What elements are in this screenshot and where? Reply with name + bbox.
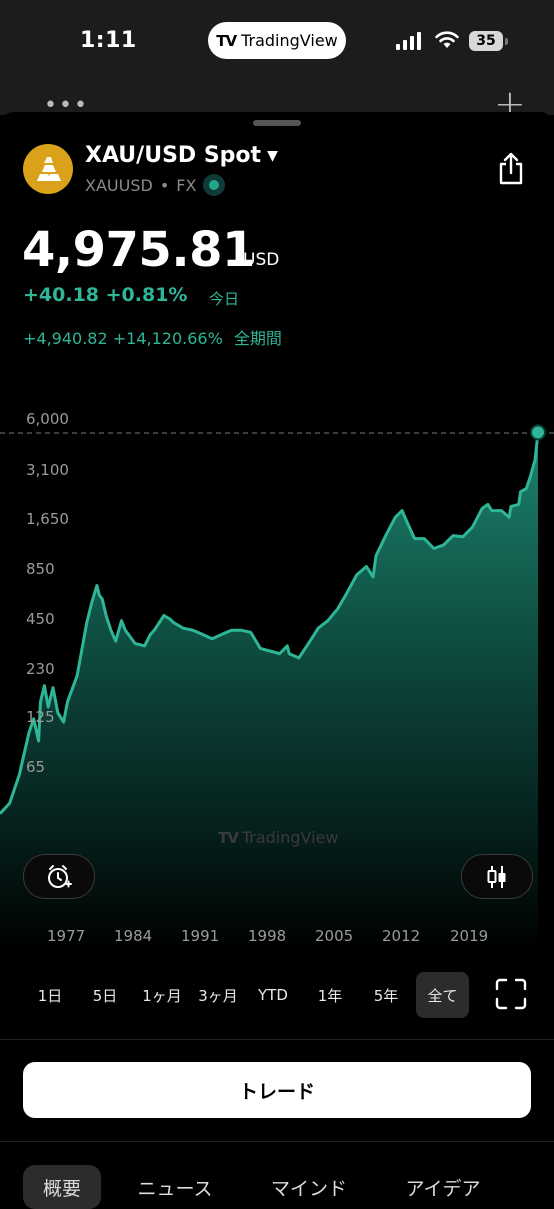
range-selector: 1日 5日 1ヶ月 3ヶ月 YTD 1年 5年 全て [0, 972, 554, 1018]
tab-overview[interactable]: 概要 [23, 1165, 101, 1209]
market: FX [176, 175, 197, 195]
candlestick-icon [487, 865, 506, 888]
range-ytd[interactable]: YTD [250, 972, 296, 1018]
chevron-down-icon: ▼ [267, 147, 278, 164]
x-tick-label: 1977 [47, 927, 86, 945]
separator-dot: • [159, 175, 170, 195]
price-currency: USD [243, 250, 280, 270]
x-tick-label: 2019 [450, 927, 489, 945]
sheet-grabber[interactable] [253, 120, 301, 126]
status-time: 1:11 [80, 28, 137, 53]
market-open-icon [203, 174, 226, 196]
share-icon[interactable] [497, 152, 525, 186]
symbol-subtitle: XAUUSD • FX [85, 174, 226, 196]
change-today-label: 今日 [209, 290, 240, 308]
x-tick-label: 2012 [382, 927, 421, 945]
range-1d[interactable]: 1日 [27, 972, 73, 1018]
chart-style-button[interactable] [461, 854, 533, 899]
alarm-add-icon [48, 864, 72, 888]
y-tick-label: 850 [26, 560, 55, 578]
symbol-title[interactable]: XAU/USD Spot ▼ [85, 143, 278, 168]
y-tick-label: 65 [26, 758, 46, 776]
cellular-signal-icon [396, 32, 421, 50]
symbol-name: XAU/USD Spot [85, 143, 262, 168]
change-today: +40.18 +0.81% [23, 284, 188, 306]
range-5y[interactable]: 5年 [363, 972, 409, 1018]
app-pill[interactable]: TV TradingView [208, 22, 346, 59]
watermark-label: TradingView [241, 828, 339, 847]
y-tick-label: 230 [26, 660, 55, 678]
ticker: XAUUSD [85, 175, 153, 195]
wifi-icon [435, 31, 459, 48]
x-tick-label: 2005 [315, 927, 354, 945]
range-3m[interactable]: 3ヶ月 [190, 972, 246, 1018]
x-tick-label: 1998 [248, 927, 287, 945]
tab-sentiment[interactable]: マインド [254, 1165, 364, 1209]
battery-icon: 35 [469, 31, 503, 51]
y-tick-label: 450 [26, 610, 55, 628]
range-1y[interactable]: 1年 [307, 972, 353, 1018]
add-alert-button[interactable] [23, 854, 95, 899]
last-price: 4,975.81 [22, 222, 255, 278]
y-tick-label: 6,000 [26, 410, 69, 428]
change-all-time: +4,940.82 +14,120.66% 全期間 [23, 325, 282, 349]
tab-ideas[interactable]: アイデア [388, 1165, 498, 1209]
range-5d[interactable]: 5日 [82, 972, 128, 1018]
battery-tip [505, 38, 508, 45]
gold-bars-icon [23, 144, 73, 194]
divider [0, 1141, 554, 1142]
tradingview-logo-icon: TV [218, 828, 239, 847]
range-1m[interactable]: 1ヶ月 [134, 972, 190, 1018]
x-tick-label: 1984 [114, 927, 153, 945]
fullscreen-icon[interactable] [495, 978, 527, 1010]
tab-news[interactable]: ニュース [120, 1165, 230, 1209]
divider [0, 1039, 554, 1040]
last-price-dot [530, 424, 546, 441]
y-tick-label: 3,100 [26, 461, 69, 479]
y-tick-label: 125 [26, 708, 55, 726]
app-pill-label: TradingView [241, 31, 338, 50]
tradingview-logo-icon: TV [216, 31, 237, 50]
change-all-label: 全期間 [233, 329, 282, 348]
range-all[interactable]: 全て [416, 972, 469, 1018]
x-tick-label: 1991 [181, 927, 220, 945]
change-all-value: +4,940.82 +14,120.66% [23, 329, 223, 348]
y-tick-label: 1,650 [26, 510, 69, 528]
tradingview-watermark: TV TradingView [218, 828, 339, 847]
trade-button[interactable]: トレード [23, 1062, 531, 1118]
